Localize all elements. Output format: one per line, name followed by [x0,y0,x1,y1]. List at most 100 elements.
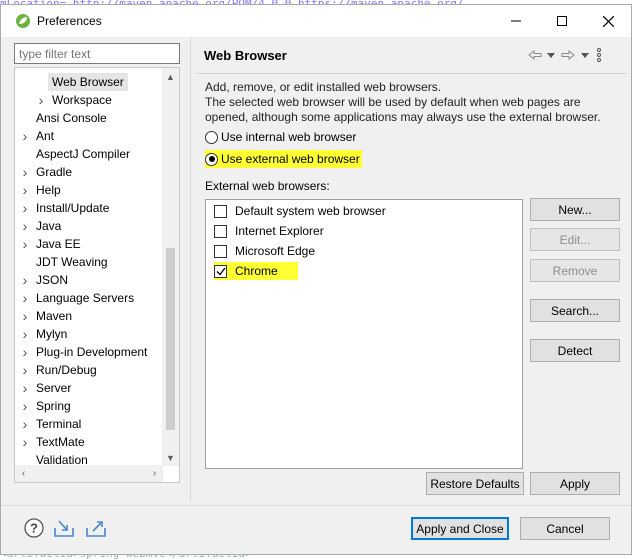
checkbox[interactable] [214,244,227,258]
chevron-right-icon[interactable]: › [20,397,30,415]
tree-item-label: Ant [36,129,55,143]
detect-button[interactable]: Detect [530,339,620,362]
chevron-right-icon[interactable]: › [20,163,30,181]
tree-item[interactable]: JDT Weaving [15,253,163,271]
chevron-right-icon[interactable]: › [20,343,30,361]
forward-dropdown-icon[interactable] [578,47,592,63]
forward-arrow-icon[interactable] [558,47,578,63]
remove-button[interactable]: Remove [530,259,620,282]
tree-item-label: Java [36,219,62,233]
tree-item[interactable]: Web Browser [15,73,163,91]
page-navigation [526,47,606,63]
edit-button[interactable]: Edit... [530,228,620,251]
scroll-up-icon[interactable]: ▲ [162,68,179,85]
tree-item-label: Java EE [36,237,81,251]
chevron-right-icon[interactable]: › [20,415,30,433]
chevron-right-icon[interactable]: › [20,361,30,379]
radio-button[interactable] [205,130,218,144]
new-button[interactable]: New... [530,198,620,221]
tree-item[interactable]: › JSON [15,271,163,289]
tree-item[interactable]: Ansi Console [15,109,163,127]
close-icon [602,15,614,27]
radio-external-browser[interactable]: Use external web browser [205,150,362,168]
tree-item[interactable]: › Java EE [15,235,163,253]
chevron-right-icon[interactable]: › [20,199,30,217]
external-browsers-list[interactable]: Default system web browser Internet Expl… [205,199,523,469]
chevron-right-icon[interactable]: › [36,91,46,109]
view-menu-icon[interactable] [592,47,606,63]
minimize-button[interactable] [493,5,539,37]
scroll-down-icon[interactable]: ▼ [162,449,179,466]
tree-item[interactable]: › Terminal [15,415,163,433]
tree-item-label: Run/Debug [36,363,97,377]
page-title: Web Browser [204,48,287,63]
chevron-right-icon[interactable]: › [20,127,30,145]
chevron-right-icon[interactable]: › [20,307,30,325]
apply-button[interactable]: Apply [530,472,620,495]
browser-row[interactable]: Default system web browser [214,202,386,220]
filter-input[interactable] [14,43,180,64]
browser-row-chrome[interactable]: Chrome [214,262,298,280]
browser-row[interactable]: Internet Explorer [214,222,324,240]
scroll-left-icon[interactable]: ‹ [15,465,32,482]
tree-item[interactable]: › Maven [15,307,163,325]
back-arrow-icon[interactable] [526,47,544,63]
description-line: opened, although some applications may a… [205,110,601,124]
pane-divider[interactable] [190,37,191,502]
restore-defaults-button[interactable]: Restore Defaults [426,472,524,495]
tree-item[interactable]: › Plug-in Development [15,343,163,361]
chevron-right-icon[interactable]: › [20,235,30,253]
chevron-right-icon[interactable]: › [20,289,30,307]
tree-item[interactable]: › Help [15,181,163,199]
tree-item[interactable]: › TextMate [15,433,163,451]
tree-horizontal-scrollbar[interactable]: ‹ › [15,465,163,482]
tree-item[interactable]: › Language Servers [15,289,163,307]
chevron-right-icon[interactable]: › [20,181,30,199]
chevron-right-icon[interactable]: › [20,325,30,343]
maximize-button[interactable] [539,5,585,37]
chevron-right-icon[interactable]: › [20,271,30,289]
checkbox-checked[interactable] [214,264,227,278]
radio-button-selected[interactable] [205,152,218,166]
browser-row[interactable]: Microsoft Edge [214,242,315,260]
tree-item[interactable]: › Gradle [15,163,163,181]
tree-item[interactable]: › Install/Update [15,199,163,217]
scroll-thumb[interactable] [166,248,175,430]
export-button[interactable] [85,517,107,539]
tree-item[interactable]: › Java [15,217,163,235]
window-title: Preferences [37,14,102,28]
description-line: Add, remove, or edit installed web brows… [205,80,442,94]
chevron-right-icon[interactable]: › [20,217,30,235]
tree-item[interactable]: › Workspace [15,91,163,109]
chevron-right-icon[interactable]: › [20,379,30,397]
back-dropdown-icon[interactable] [544,47,558,63]
tree-item-label: Mylyn [36,327,68,341]
tree-item[interactable]: › Spring [15,397,163,415]
tree-item-label: JSON [36,273,69,287]
tree-item-label: Web Browser [48,73,128,91]
title-bar[interactable]: Preferences [1,5,631,37]
close-button[interactable] [585,5,631,37]
tree-item[interactable]: › Run/Debug [15,361,163,379]
scroll-right-icon[interactable]: › [146,465,163,482]
apply-and-close-button[interactable]: Apply and Close [411,517,509,540]
checkbox[interactable] [214,224,227,238]
tree-item[interactable]: › Ant [15,127,163,145]
preferences-dialog: Preferences Web Browser›WorkspaceAnsi Co… [0,4,632,555]
help-icon: ? [24,518,44,538]
import-button[interactable] [53,517,75,539]
checkbox[interactable] [214,204,227,218]
chevron-right-icon[interactable]: › [20,433,30,451]
tree-item[interactable]: › Server [15,379,163,397]
tree-item[interactable]: AspectJ Compiler [15,145,163,163]
tree-item[interactable]: › Mylyn [15,325,163,343]
cancel-button[interactable]: Cancel [520,517,610,540]
help-button[interactable]: ? [23,517,45,539]
footer-separator [1,505,631,506]
search-button[interactable]: Search... [530,299,620,322]
tree-item-label: Spring [36,399,71,413]
tree-item-label: Gradle [36,165,73,179]
radio-internal-browser[interactable]: Use internal web browser [205,128,356,146]
preferences-tree[interactable]: Web Browser › Workspace Ansi Console › Ant Asp… [14,67,180,483]
tree-vertical-scrollbar[interactable]: ▲ ▼ [162,68,179,466]
